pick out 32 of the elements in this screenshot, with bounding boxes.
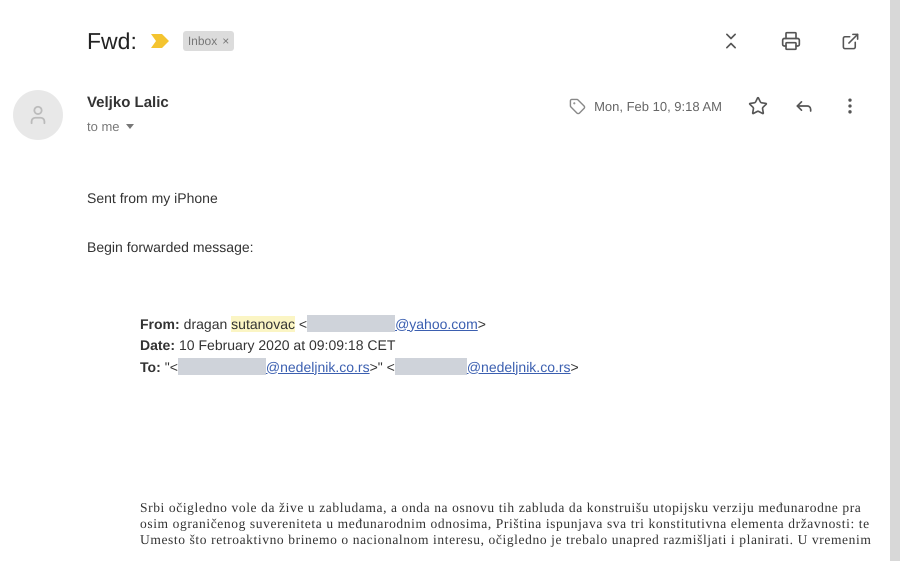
from-label: From: xyxy=(140,316,180,332)
inbox-label-chip[interactable]: Inbox × xyxy=(182,31,234,51)
article-text-line: Umesto što retroaktivno brinemo o nacionalnom interesu, očigledno je trebalo unapred razmišljati i planirati. U vremenim xyxy=(140,532,872,548)
caret-icon xyxy=(126,124,134,129)
highlighted-name: sutanovac xyxy=(231,316,295,332)
bracket: < xyxy=(386,358,395,374)
message-date: Mon, Feb 10, 9:18 AM xyxy=(594,98,722,114)
article-text-line: Srbi očigledno vole da žive u zabludama, a onda na osnovu tih zabluda da konstruišu utopijsku verziju međunarodne pra xyxy=(140,500,862,516)
bracket: >" xyxy=(370,358,383,374)
sender-name: dragan xyxy=(184,316,228,332)
subject-title: Fwd: xyxy=(87,28,137,54)
recipient-dropdown[interactable]: to me xyxy=(87,119,169,134)
bracket: > xyxy=(478,316,486,332)
avatar xyxy=(13,90,63,140)
print-icon[interactable] xyxy=(781,31,801,51)
date-value: 10 February 2020 at 09:09:18 CET xyxy=(179,337,396,353)
bracket: > xyxy=(570,358,579,374)
email-link[interactable]: @yahoo.com xyxy=(395,316,478,332)
date-label: Date: xyxy=(140,337,176,353)
label-tag-icon xyxy=(569,98,586,114)
external-link-icon[interactable] xyxy=(841,32,860,50)
importance-marker-icon[interactable] xyxy=(150,34,169,48)
bracket: "< xyxy=(164,358,178,374)
to-label: To: xyxy=(140,358,161,374)
message-text: Begin forwarded message: xyxy=(87,239,255,255)
email-link[interactable]: @nedeljnik.co.rs xyxy=(466,358,571,374)
message-text: Sent from my iPhone xyxy=(87,190,219,206)
article-text-line: osim ograničenog suvereniteta u međunarodnim odnosima, Priština ispunjava sva tri konstitutivna elementa državnosti: te xyxy=(140,516,871,532)
star-icon[interactable] xyxy=(748,96,768,116)
sender-name: Veljko Lalic xyxy=(87,94,169,111)
email-link[interactable]: @nedeljnik.co.rs xyxy=(266,358,370,374)
bracket: < xyxy=(298,316,308,332)
